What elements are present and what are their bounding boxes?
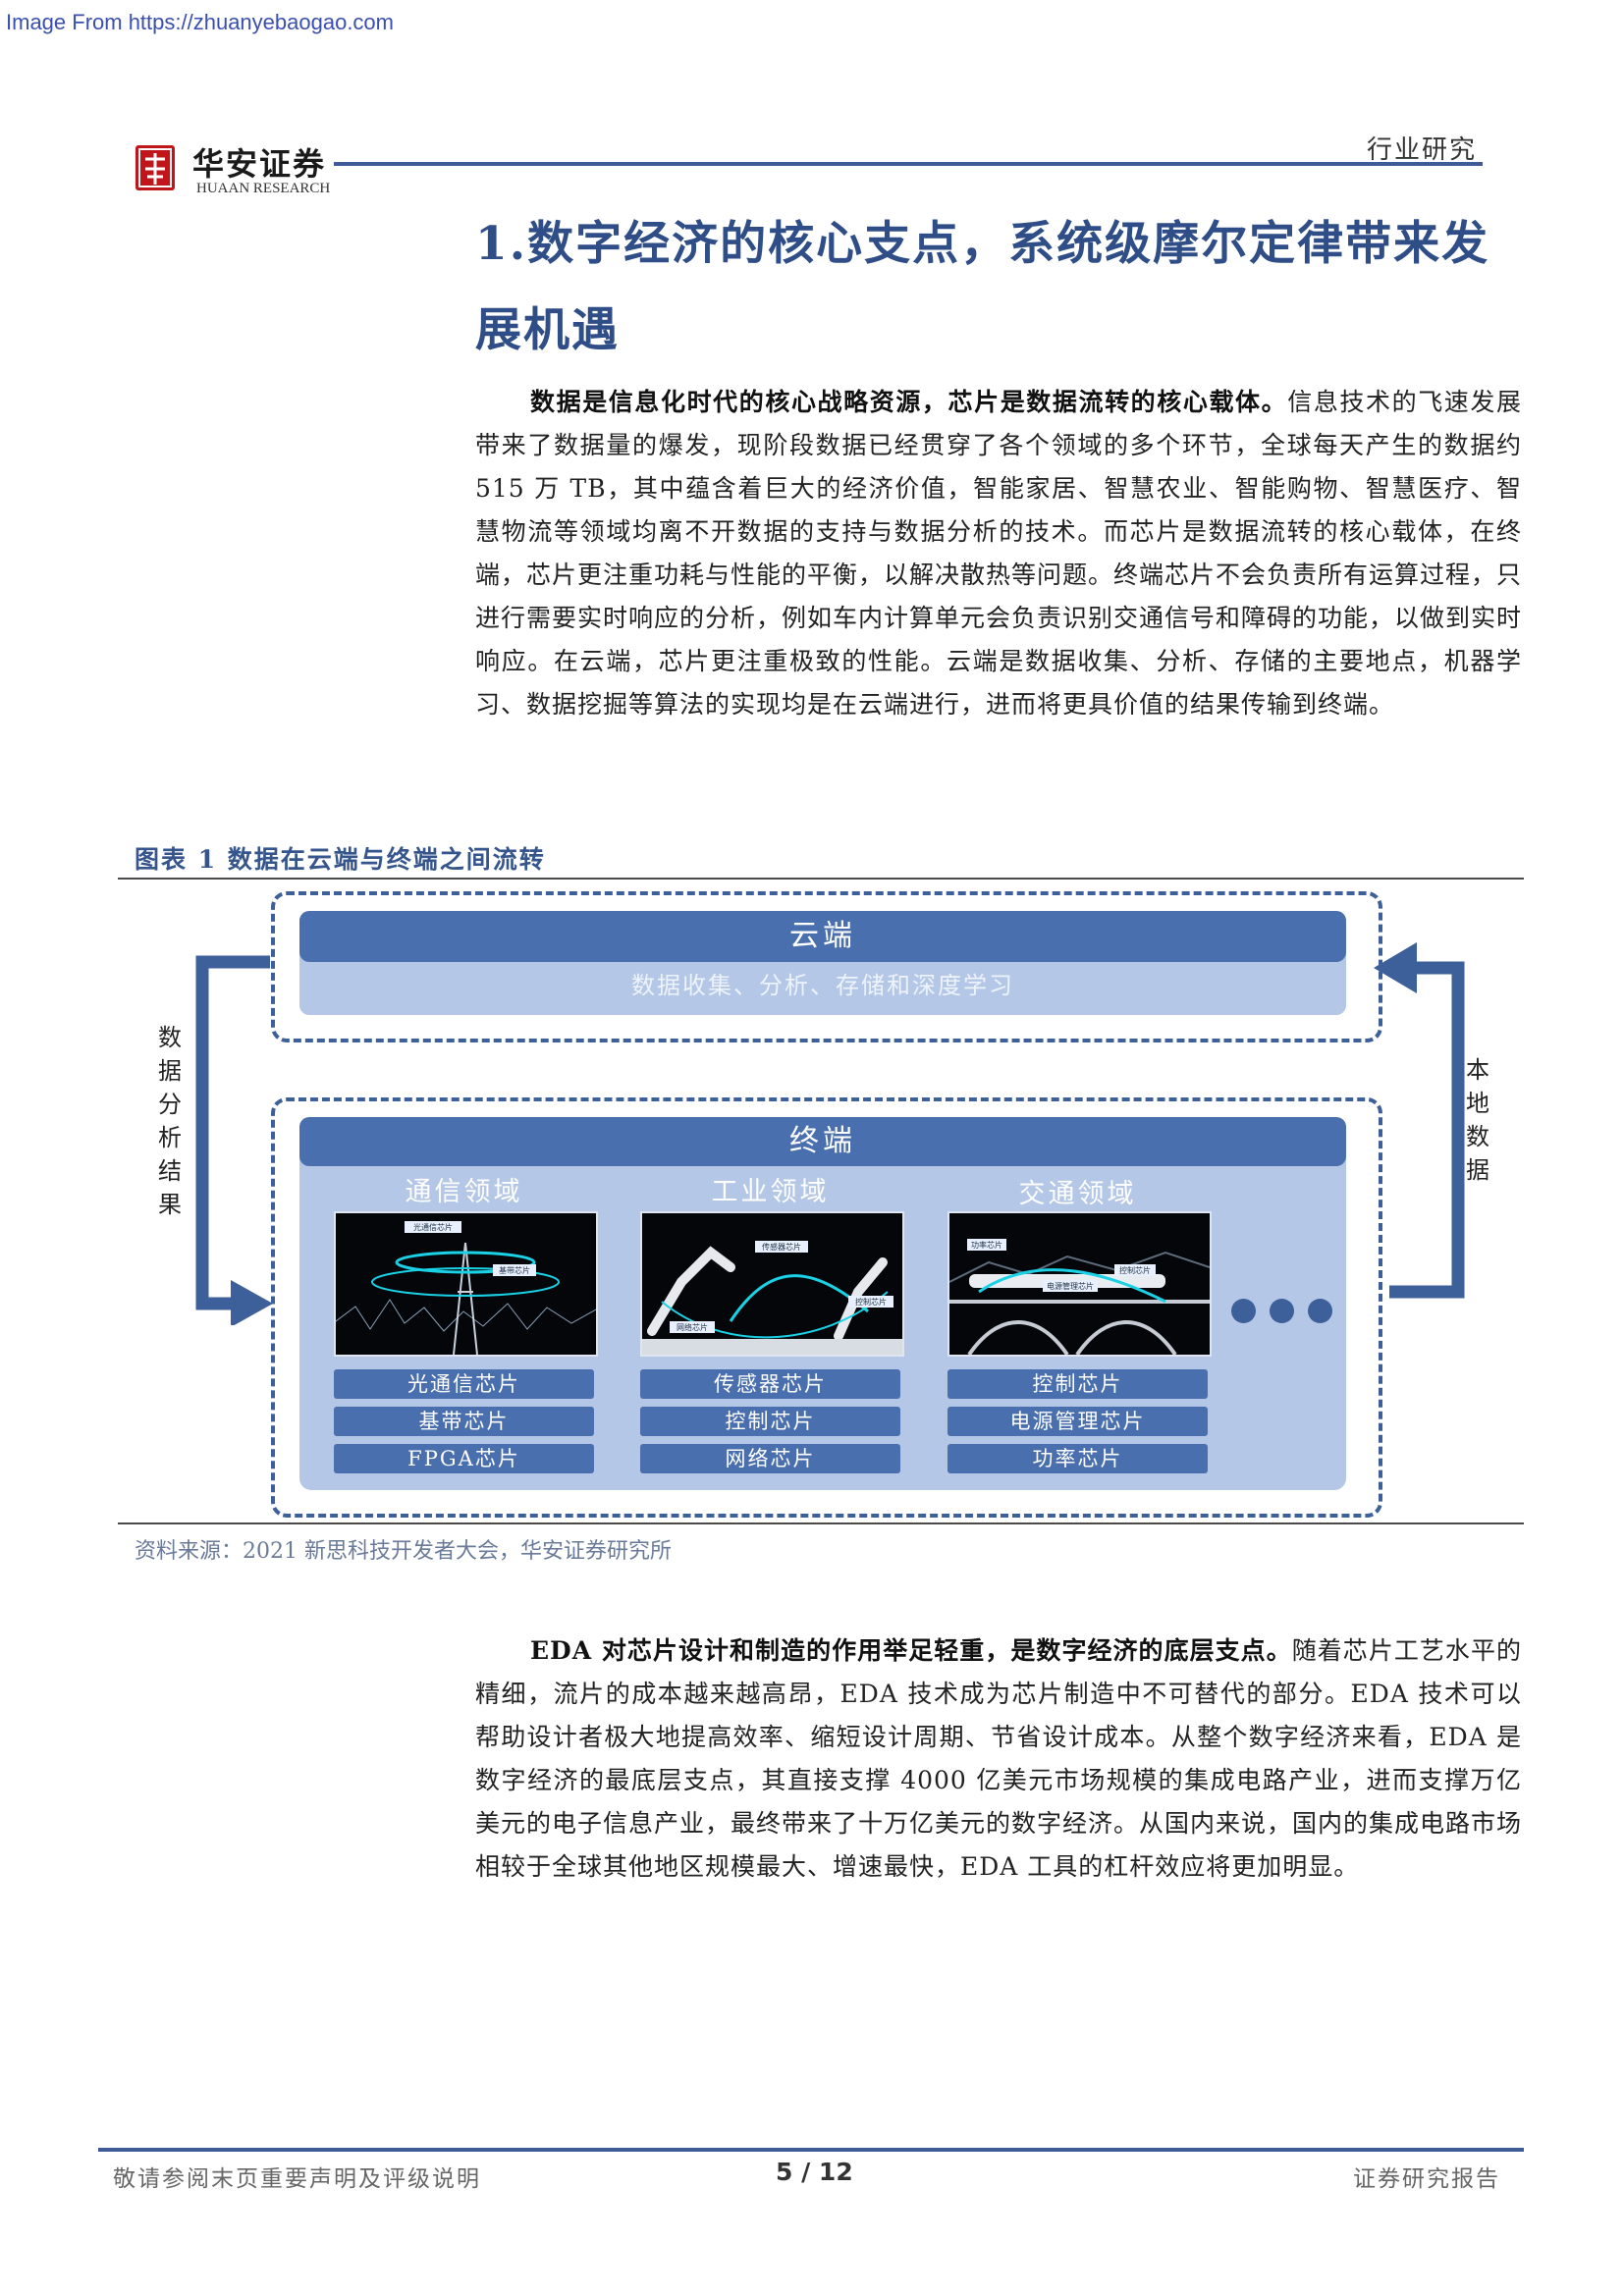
footer-divider bbox=[98, 2148, 1524, 2152]
right-flow-arrow-icon bbox=[1374, 942, 1465, 1299]
chip-power-management: 电源管理芯片 bbox=[947, 1407, 1208, 1436]
logo-en-text: HUAAN RESEARCH bbox=[196, 181, 331, 196]
more-dot-icon bbox=[1231, 1299, 1256, 1323]
header-divider bbox=[334, 162, 1483, 166]
cloud-subtitle: 数据收集、分析、存储和深度学习 bbox=[631, 972, 1014, 999]
right-side-label: 本地数据 bbox=[1466, 1056, 1489, 1184]
left-side-label: 数据分析结果 bbox=[158, 1024, 182, 1218]
paragraph-1-body: 信息技术的飞速发展带来了数据量的爆发，现阶段数据已经贯穿了各个领域的多个环节，全… bbox=[475, 388, 1523, 719]
figure-title: 图表 1 数据在云端与终端之间流转 bbox=[135, 845, 546, 874]
chip-sensor: 传感器芯片 bbox=[640, 1369, 900, 1399]
figure-bottom-rule bbox=[118, 1522, 1524, 1524]
paragraph-1-lead: 数据是信息化时代的核心战略资源，芯片是数据流转的核心载体。 bbox=[530, 388, 1288, 416]
chip-control-industry: 控制芯片 bbox=[640, 1407, 900, 1436]
paragraph-1: 数据是信息化时代的核心战略资源，芯片是数据流转的核心载体。信息技术的飞速发展带来… bbox=[475, 381, 1522, 726]
traffic-photo-tag-3: 电源管理芯片 bbox=[1047, 1281, 1094, 1291]
chip-power: 功率芯片 bbox=[947, 1444, 1208, 1473]
chip-network: 网络芯片 bbox=[640, 1444, 900, 1473]
paragraph-2-lead: EDA 对芯片设计和制造的作用举足轻重，是数字经济的底层支点。 bbox=[530, 1636, 1292, 1665]
left-flow-arrow-icon bbox=[195, 955, 273, 1325]
communication-photo-tag-1: 光通信芯片 bbox=[413, 1222, 453, 1232]
section-title: 1.数字经济的核心支点，系统级摩尔定律带来发展机遇 bbox=[475, 217, 1490, 357]
watermark-link[interactable]: Image From https://zhuanyebaogao.com bbox=[6, 10, 394, 35]
paragraph-2: EDA 对芯片设计和制造的作用举足轻重，是数字经济的底层支点。随着芯片工艺水平的… bbox=[475, 1629, 1522, 1889]
industry-photo-tag-1: 传感器芯片 bbox=[762, 1242, 801, 1252]
domain-title-communication: 通信领域 bbox=[405, 1177, 523, 1207]
section-tag: 行业研究 bbox=[1367, 135, 1478, 165]
chip-control-traffic: 控制芯片 bbox=[947, 1369, 1208, 1399]
footer-report-type: 证券研究报告 bbox=[1353, 2166, 1500, 2192]
communication-photo: 光通信芯片 基带芯片 bbox=[334, 1211, 598, 1357]
traffic-photo: 功率芯片 控制芯片 电源管理芯片 bbox=[947, 1211, 1212, 1357]
chip-optical: 光通信芯片 bbox=[334, 1369, 594, 1399]
domain-title-industry: 工业领域 bbox=[711, 1177, 830, 1207]
footer-disclaimer: 敬请参阅末页重要声明及评级说明 bbox=[113, 2166, 481, 2192]
more-dot-icon bbox=[1270, 1299, 1294, 1323]
communication-photo-tag-2: 基带芯片 bbox=[499, 1265, 530, 1275]
more-dot-icon bbox=[1308, 1299, 1332, 1323]
paragraph-2-body: 随着芯片工艺水平的精细，流片的成本越来越高昂，EDA 技术成为芯片制造中不可替代… bbox=[475, 1636, 1523, 1881]
industry-photo-tag-2: 控制芯片 bbox=[855, 1297, 887, 1307]
cloud-title: 云端 bbox=[299, 911, 1346, 962]
traffic-photo-tag-2: 控制芯片 bbox=[1119, 1265, 1151, 1275]
huaan-logo-icon bbox=[135, 145, 175, 190]
industry-photo-tag-3: 网络芯片 bbox=[677, 1322, 708, 1332]
traffic-photo-tag-1: 功率芯片 bbox=[971, 1240, 1002, 1250]
domain-title-traffic: 交通领域 bbox=[1018, 1179, 1137, 1209]
chip-fpga: FPGA芯片 bbox=[334, 1444, 594, 1473]
industry-photo: 传感器芯片 控制芯片 网络芯片 bbox=[640, 1211, 904, 1357]
logo-cn-text: 华安证券 bbox=[192, 145, 327, 183]
figure-top-rule bbox=[118, 878, 1524, 880]
chip-baseband: 基带芯片 bbox=[334, 1407, 594, 1436]
terminal-title: 终端 bbox=[299, 1117, 1346, 1166]
page-number: 5 / 12 bbox=[776, 2158, 853, 2186]
figure-source: 资料来源：2021 新思科技开发者大会，华安证券研究所 bbox=[135, 1539, 672, 1564]
